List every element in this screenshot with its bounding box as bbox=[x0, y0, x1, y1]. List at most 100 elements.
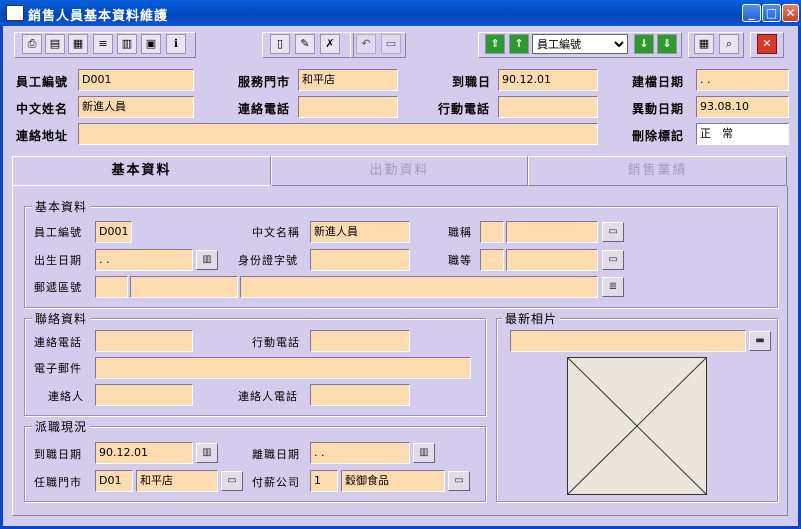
zip-label: 郵遞區號 bbox=[34, 281, 82, 294]
delete-flag-label: 刪除標記 bbox=[632, 129, 685, 143]
emp-no-label: 員工編號 bbox=[16, 75, 69, 89]
contact-person-phone-label: 連絡人電話 bbox=[238, 390, 298, 403]
id-no-field[interactable] bbox=[310, 249, 410, 271]
preview-icon[interactable]: ▤ bbox=[45, 34, 65, 54]
grade-lookup-icon[interactable]: ▭ bbox=[602, 250, 624, 270]
pay-company-code-field[interactable]: 1 bbox=[310, 470, 338, 492]
search-icon[interactable]: ⌕ bbox=[719, 34, 739, 54]
prev-record-icon[interactable]: ↑ bbox=[509, 34, 529, 54]
tab-attendance[interactable]: 出勤資料 bbox=[271, 156, 528, 186]
photo-path-field[interactable] bbox=[510, 330, 746, 352]
assign-hire-field[interactable]: 90.12.01 bbox=[95, 442, 193, 464]
list-icon[interactable]: ≡ bbox=[93, 34, 113, 54]
leave-date-label: 離職日期 bbox=[252, 448, 300, 461]
birth-field[interactable]: . . bbox=[95, 249, 193, 271]
grid-icon[interactable]: ▥ bbox=[117, 34, 137, 54]
next-record-icon[interactable]: ↓ bbox=[634, 34, 654, 54]
photo-placeholder bbox=[567, 357, 707, 495]
maximize-button[interactable]: □ bbox=[762, 4, 781, 22]
report-icon[interactable]: ▦ bbox=[68, 34, 88, 54]
job-title-name-field[interactable] bbox=[506, 221, 598, 243]
address-field[interactable] bbox=[78, 123, 598, 145]
hire-calendar-icon[interactable]: ▥ bbox=[196, 443, 218, 463]
window-title: 銷售人員基本資料維護 bbox=[28, 9, 169, 24]
address-label: 連絡地址 bbox=[16, 129, 69, 143]
store-field[interactable]: 和平店 bbox=[298, 69, 398, 91]
store-label: 服務門市 bbox=[238, 75, 291, 89]
job-title-lookup-icon[interactable]: ▭ bbox=[602, 222, 624, 242]
basic-emp-no-field[interactable]: D001 bbox=[95, 221, 132, 243]
undo-icon[interactable]: ↶ bbox=[356, 34, 376, 54]
tab-sales[interactable]: 銷售業績 bbox=[528, 156, 787, 186]
id-no-label: 身份證字號 bbox=[238, 254, 298, 267]
phone-field[interactable] bbox=[298, 96, 398, 118]
new-icon[interactable]: ▯ bbox=[270, 34, 290, 54]
first-record-icon[interactable]: ⇑ bbox=[485, 34, 505, 54]
assign-store-code-field[interactable]: D01 bbox=[95, 470, 133, 492]
zip-code-field[interactable] bbox=[95, 276, 128, 298]
create-date-label: 建檔日期 bbox=[632, 75, 685, 89]
minimize-button[interactable]: _ bbox=[742, 4, 761, 22]
save-icon[interactable]: ▭ bbox=[381, 34, 401, 54]
zip-lookup-icon[interactable]: ≣ bbox=[602, 277, 624, 297]
store-lookup-icon[interactable]: ▭ bbox=[221, 471, 243, 491]
close-button[interactable]: ✕ bbox=[782, 4, 799, 22]
contact-person-phone-field[interactable] bbox=[310, 384, 410, 406]
contact-mobile-label: 行動電話 bbox=[252, 336, 300, 349]
name-label: 中文姓名 bbox=[16, 102, 69, 116]
pay-company-lookup-icon[interactable]: ▭ bbox=[448, 471, 470, 491]
exit-icon[interactable]: ✕ bbox=[757, 34, 777, 54]
mobile-field[interactable] bbox=[498, 96, 598, 118]
leave-date-field[interactable]: . . bbox=[310, 442, 410, 464]
job-title-code-field[interactable] bbox=[480, 221, 504, 243]
pay-company-name-field[interactable]: 穀御食品 bbox=[341, 470, 445, 492]
hire-date-field[interactable]: 90.12.01 bbox=[498, 69, 598, 91]
zip-address-field[interactable] bbox=[240, 276, 598, 298]
assign-store-label: 任職門市 bbox=[34, 476, 82, 489]
phone-label: 連絡電話 bbox=[238, 102, 291, 116]
grade-code-field[interactable] bbox=[480, 249, 504, 271]
zip-area-field[interactable] bbox=[130, 276, 238, 298]
title-bar: 銷售人員基本資料維護 _ □ ✕ bbox=[0, 0, 801, 26]
change-date-field[interactable]: 93.08.10 bbox=[696, 96, 789, 118]
info-icon[interactable]: ℹ bbox=[166, 34, 186, 54]
assign-store-name-field[interactable]: 和平店 bbox=[136, 470, 218, 492]
emp-no-field[interactable]: D001 bbox=[78, 69, 194, 91]
photo-group-title: 最新相片 bbox=[502, 310, 561, 327]
grade-name-field[interactable] bbox=[506, 249, 598, 271]
assign-group-title: 派職現況 bbox=[32, 418, 91, 435]
print-icon[interactable]: ⎙ bbox=[22, 34, 42, 54]
browse-photo-icon[interactable]: ▬ bbox=[749, 331, 771, 351]
assign-hire-label: 到職日期 bbox=[34, 448, 82, 461]
basic-cname-label: 中文名稱 bbox=[252, 226, 300, 239]
basic-group-title: 基本資料 bbox=[32, 198, 91, 215]
tab-basic[interactable]: 基本資料 bbox=[12, 156, 271, 186]
last-record-icon[interactable]: ⇓ bbox=[657, 34, 677, 54]
birth-calendar-icon[interactable]: ▥ bbox=[196, 250, 218, 270]
birth-label: 出生日期 bbox=[34, 254, 82, 267]
hire-date-label: 到職日 bbox=[452, 75, 492, 89]
contact-mobile-field[interactable] bbox=[310, 330, 410, 352]
pay-company-label: 付薪公司 bbox=[252, 476, 300, 489]
app-icon bbox=[6, 5, 24, 21]
contact-person-label: 連絡人 bbox=[48, 390, 84, 403]
sort-field-select[interactable]: 員工編號 bbox=[532, 34, 628, 54]
contact-person-field[interactable] bbox=[95, 384, 193, 406]
basic-cname-field[interactable]: 新進人員 bbox=[310, 221, 410, 243]
leave-calendar-icon[interactable]: ▥ bbox=[413, 443, 435, 463]
contact-group-title: 聯絡資料 bbox=[32, 310, 91, 327]
book-icon[interactable]: ▣ bbox=[141, 34, 161, 54]
change-date-label: 異動日期 bbox=[632, 102, 685, 116]
email-label: 電子郵件 bbox=[34, 362, 82, 375]
delete-icon[interactable]: ✗ bbox=[320, 34, 340, 54]
table-icon[interactable]: ▦ bbox=[694, 34, 714, 54]
job-title-label: 職稱 bbox=[448, 226, 472, 239]
basic-emp-no-label: 員工編號 bbox=[34, 226, 82, 239]
edit-icon[interactable]: ✎ bbox=[295, 34, 315, 54]
name-field[interactable]: 新進人員 bbox=[78, 96, 194, 118]
grade-label: 職等 bbox=[448, 254, 472, 267]
contact-phone-field[interactable] bbox=[95, 330, 193, 352]
delete-flag-field[interactable]: 正 常 bbox=[696, 123, 789, 145]
create-date-field[interactable]: . . bbox=[696, 69, 789, 91]
email-field[interactable] bbox=[95, 357, 471, 379]
